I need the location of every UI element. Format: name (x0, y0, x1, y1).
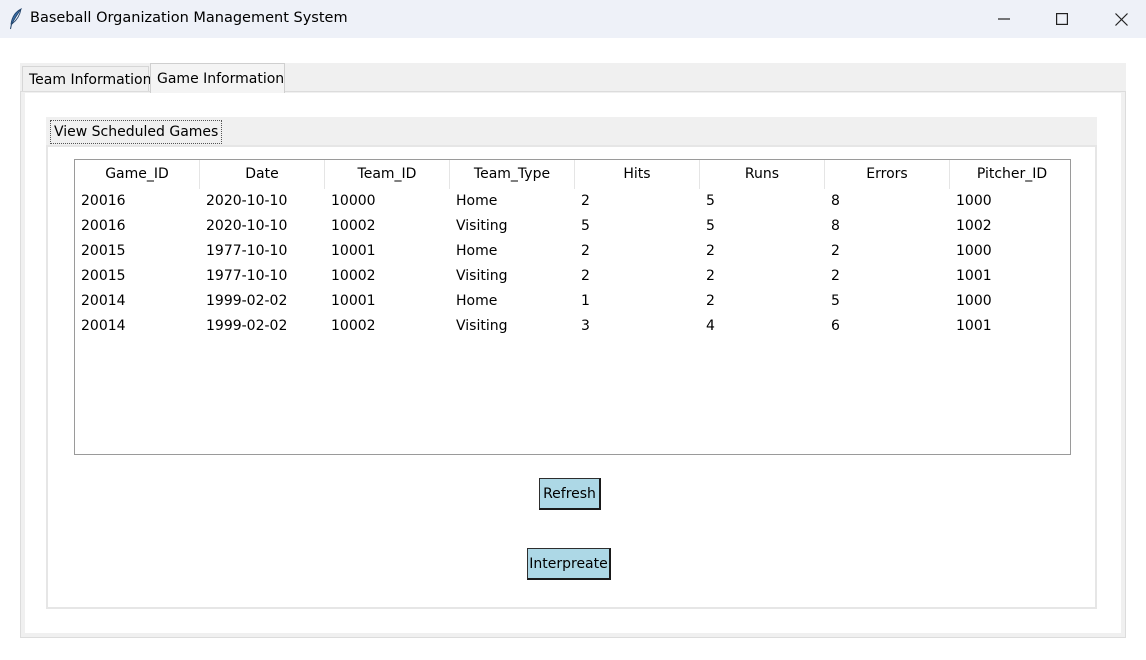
table-cell: 8 (831, 193, 840, 209)
table-row[interactable]: 20016 2020-10-10 10002 Visiting 5 5 8 1002 (75, 214, 1070, 239)
window-title: Baseball Organization Management System (30, 10, 348, 26)
table-cell: 2020-10-10 (206, 193, 288, 209)
sub-tab-strip: View Scheduled Games (46, 117, 1097, 145)
table-cell: 6 (831, 318, 840, 334)
table-row[interactable]: 20016 2020-10-10 10000 Home 2 5 8 1000 (75, 189, 1070, 214)
table-cell: 20015 (81, 243, 126, 259)
table-cell: 1000 (956, 293, 992, 309)
column-header[interactable]: Date (200, 160, 325, 189)
table-cell: 5 (831, 293, 840, 309)
table-cell: 5 (581, 218, 590, 234)
table-cell: 2 (831, 243, 840, 259)
table-cell: 10002 (331, 268, 376, 284)
column-header[interactable]: Team_Type (450, 160, 575, 189)
table-cell: 1001 (956, 318, 992, 334)
table-cell: 2 (581, 243, 590, 259)
table-cell: 20014 (81, 318, 126, 334)
table-cell: 2 (706, 243, 715, 259)
table-cell: 2 (831, 268, 840, 284)
tab-view-scheduled-games[interactable]: View Scheduled Games (50, 120, 223, 144)
table-row[interactable]: 20015 1977-10-10 10002 Visiting 2 2 2 1001 (75, 264, 1070, 289)
table-cell: 8 (831, 218, 840, 234)
tab-team-information[interactable]: Team Information (22, 66, 152, 92)
table-cell: 1001 (956, 268, 992, 284)
table-cell: 10000 (331, 193, 376, 209)
table-cell: 20015 (81, 268, 126, 284)
table-cell: Visiting (456, 318, 508, 334)
table-cell: 2 (581, 268, 590, 284)
app-window: Baseball Organization Management System … (0, 0, 1146, 660)
main-tab-strip: Team Information Game Information (20, 63, 1126, 93)
table-body: 20016 2020-10-10 10000 Home 2 5 8 1000 20016 2020… (75, 189, 1070, 339)
games-table[interactable]: Game_ID Date Team_ID Team_Type Hits Runs Error… (74, 159, 1071, 455)
table-cell: 20016 (81, 218, 126, 234)
feather-icon (9, 7, 23, 30)
table-cell: 1000 (956, 243, 992, 259)
column-header[interactable]: Hits (575, 160, 700, 189)
table-cell: 1977-10-10 (206, 243, 288, 259)
table-cell: 2 (706, 293, 715, 309)
table-cell: 10002 (331, 218, 376, 234)
table-cell: 10001 (331, 293, 376, 309)
table-cell: 1000 (956, 193, 992, 209)
table-row[interactable]: 20015 1977-10-10 10001 Home 2 2 2 1000 (75, 239, 1070, 264)
table-cell: Visiting (456, 268, 508, 284)
table-cell: 10002 (331, 318, 376, 334)
title-bar[interactable]: Baseball Organization Management System (0, 0, 1146, 38)
table-cell: 2 (706, 268, 715, 284)
table-cell: 1002 (956, 218, 992, 234)
tab-game-information[interactable]: Game Information (150, 63, 285, 93)
scheduled-games-pane: Game_ID Date Team_ID Team_Type Hits Runs Error… (46, 145, 1097, 609)
close-icon[interactable] (1092, 0, 1146, 38)
column-header[interactable]: Runs (700, 160, 825, 189)
table-cell: 1999-02-02 (206, 293, 288, 309)
game-sub-notebook: View Scheduled Games Game_ID Date Team_ID T… (46, 117, 1097, 609)
table-cell: Visiting (456, 218, 508, 234)
table-cell: 1999-02-02 (206, 318, 288, 334)
table-cell: 1977-10-10 (206, 268, 288, 284)
column-header[interactable]: Team_ID (325, 160, 450, 189)
table-cell: 20014 (81, 293, 126, 309)
table-cell: 20016 (81, 193, 126, 209)
table-header: Game_ID Date Team_ID Team_Type Hits Runs Error… (75, 160, 1070, 189)
table-cell: 10001 (331, 243, 376, 259)
interpret-button[interactable]: Interpreate (527, 548, 611, 580)
table-cell: 4 (706, 318, 715, 334)
table-cell: 5 (706, 193, 715, 209)
table-cell: 3 (581, 318, 590, 334)
table-cell: Home (456, 293, 498, 309)
maximize-icon[interactable] (1033, 0, 1091, 38)
table-cell: 1 (581, 293, 590, 309)
table-cell: Home (456, 243, 498, 259)
table-cell: 2020-10-10 (206, 218, 288, 234)
table-cell: 5 (706, 218, 715, 234)
column-header[interactable]: Pitcher_ID (950, 160, 1070, 189)
column-header[interactable]: Game_ID (75, 160, 200, 189)
minimize-icon[interactable] (975, 0, 1033, 38)
table-row[interactable]: 20014 1999-02-02 10001 Home 1 2 5 1000 (75, 289, 1070, 314)
column-header[interactable]: Errors (825, 160, 950, 189)
table-cell: Home (456, 193, 498, 209)
table-row[interactable]: 20014 1999-02-02 10002 Visiting 3 4 6 1001 (75, 314, 1070, 339)
table-cell: 2 (581, 193, 590, 209)
refresh-button[interactable]: Refresh (539, 478, 601, 510)
